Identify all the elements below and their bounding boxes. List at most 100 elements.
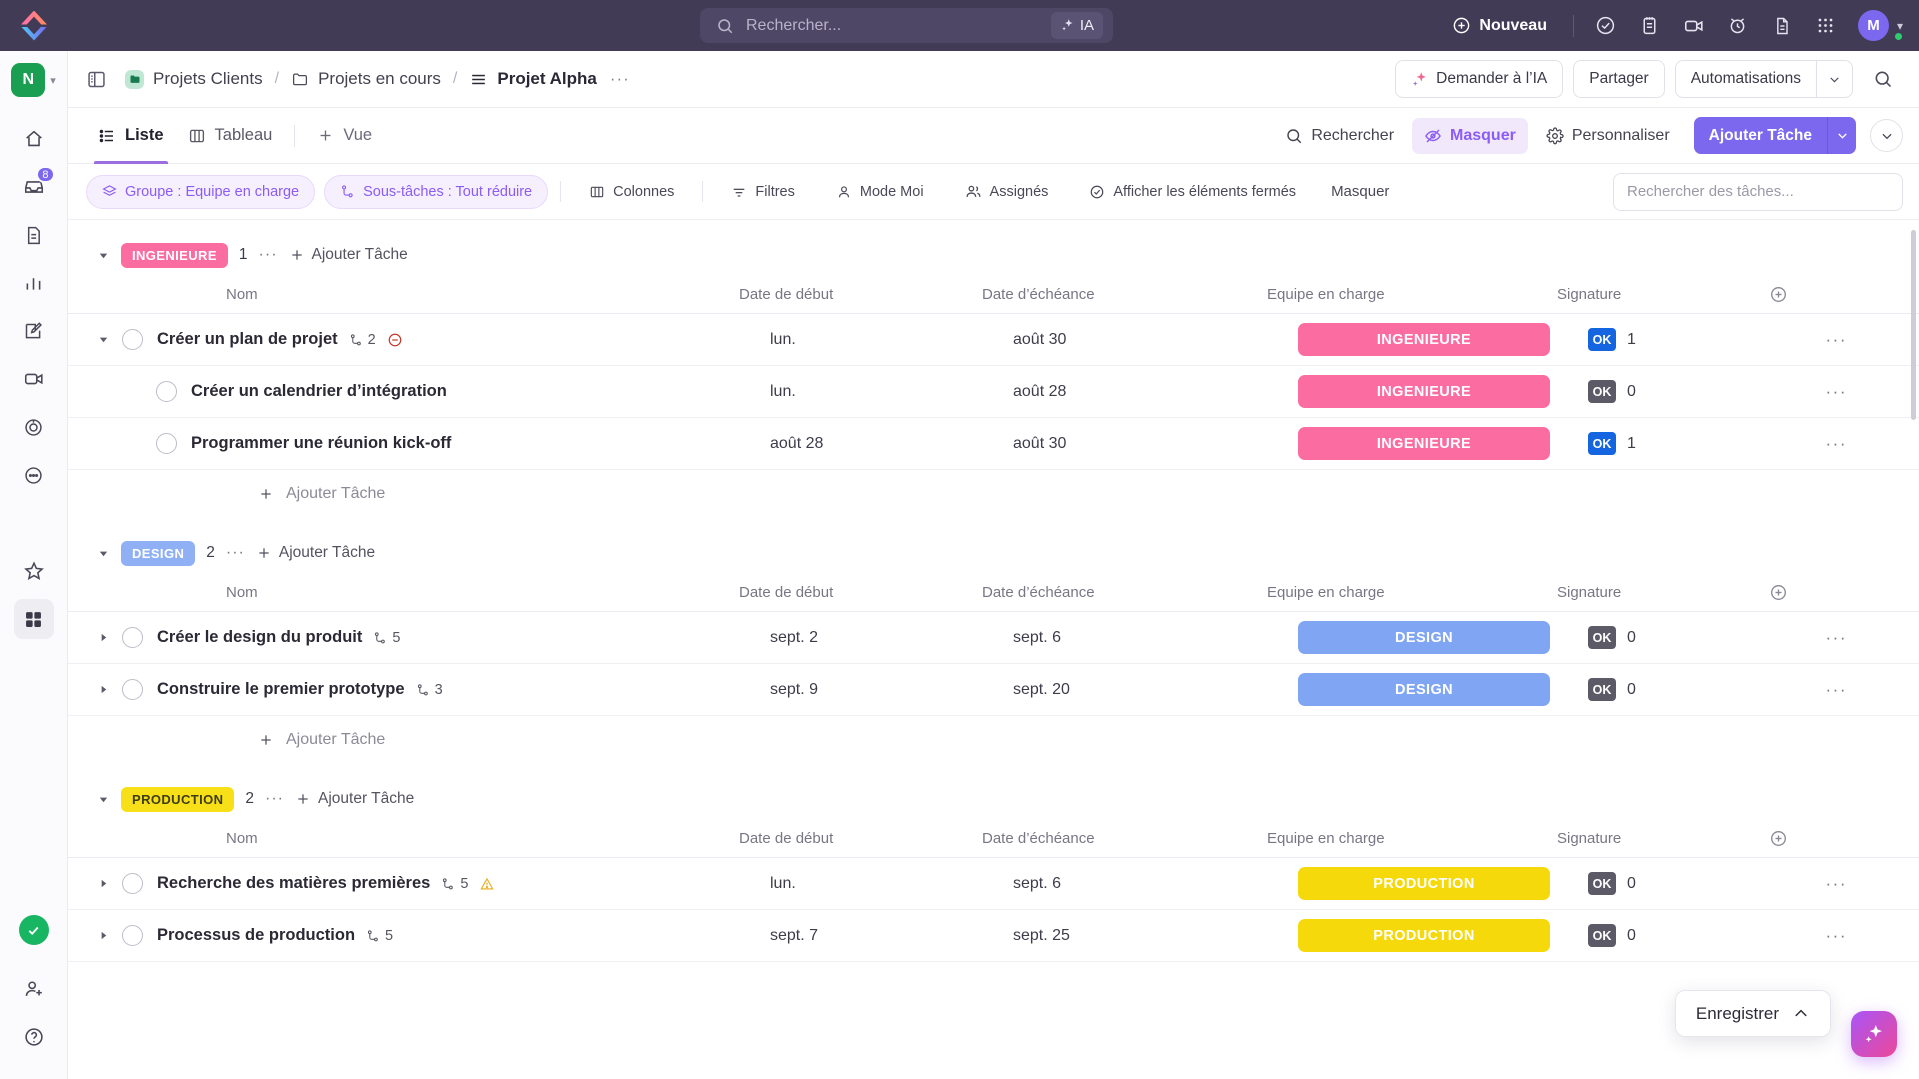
table-row[interactable]: Créer un plan de projet 2 lun. août 30 INGEN… bbox=[68, 314, 1919, 366]
column-header-due-date[interactable]: Date d’échéance bbox=[982, 584, 1267, 601]
task-status-checkbox[interactable] bbox=[122, 925, 143, 946]
ai-assistant-button[interactable] bbox=[1851, 1011, 1897, 1057]
signature-cell[interactable]: OK 0 bbox=[1588, 380, 1778, 403]
row-expand-icon[interactable] bbox=[98, 684, 122, 695]
group-add-task-button[interactable]: Ajouter Tâche bbox=[289, 246, 408, 264]
column-header-team[interactable]: Equipe en charge bbox=[1267, 584, 1557, 601]
ai-button[interactable]: IA bbox=[1050, 12, 1103, 39]
sidebar-item-clips[interactable] bbox=[14, 359, 54, 399]
sidebar-item-whiteboards[interactable] bbox=[14, 311, 54, 351]
start-date-cell[interactable]: août 28 bbox=[770, 435, 1013, 453]
task-status-checkbox[interactable] bbox=[156, 433, 177, 454]
task-name-cell[interactable]: Programmer une réunion kick-off bbox=[98, 433, 770, 454]
column-header-name[interactable]: Nom bbox=[226, 830, 739, 847]
signature-cell[interactable]: OK 0 bbox=[1588, 872, 1778, 895]
signature-cell[interactable]: OK 1 bbox=[1588, 328, 1778, 351]
row-more-button[interactable]: ··· bbox=[1826, 434, 1847, 454]
view-search-button[interactable]: Rechercher bbox=[1273, 118, 1406, 154]
start-date-cell[interactable]: sept. 7 bbox=[770, 927, 1013, 945]
sidebar-item-dashboards[interactable] bbox=[14, 263, 54, 303]
due-date-cell[interactable]: sept. 20 bbox=[1013, 681, 1298, 699]
task-name-cell[interactable]: Créer un calendrier d’intégration bbox=[98, 381, 770, 402]
sidebar-item-favorites[interactable] bbox=[14, 551, 54, 591]
signature-cell[interactable]: OK 1 bbox=[1588, 432, 1778, 455]
automations-button[interactable]: Automatisations bbox=[1674, 60, 1816, 98]
filter-chip-sous-taches[interactable]: Sous-tâches : Tout réduire bbox=[324, 174, 549, 209]
group-collapse-icon[interactable] bbox=[98, 250, 110, 261]
sidebar-item-docs[interactable] bbox=[14, 215, 54, 255]
warning-icon[interactable] bbox=[479, 876, 495, 892]
breadcrumb-more-button[interactable]: ··· bbox=[610, 69, 630, 89]
toggle-sidebar-icon[interactable] bbox=[86, 69, 107, 90]
task-name-cell[interactable]: Processus de production 5 bbox=[98, 925, 770, 946]
due-date-cell[interactable]: août 30 bbox=[1013, 435, 1298, 453]
signature-cell[interactable]: OK 0 bbox=[1588, 626, 1778, 649]
video-camera-icon[interactable] bbox=[1672, 9, 1716, 43]
row-more-button[interactable]: ··· bbox=[1826, 382, 1847, 402]
row-more-button[interactable]: ··· bbox=[1826, 680, 1847, 700]
column-header-start-date[interactable]: Date de début bbox=[739, 584, 982, 601]
row-expand-icon[interactable] bbox=[98, 878, 122, 889]
sidebar-item-apps[interactable] bbox=[13, 599, 54, 639]
invite-user-icon[interactable] bbox=[14, 969, 54, 1009]
row-collapse-icon[interactable] bbox=[98, 334, 122, 345]
task-name-cell[interactable]: Construire le premier prototype 3 bbox=[98, 679, 770, 700]
task-status-checkbox[interactable] bbox=[122, 627, 143, 648]
inline-add-task-row[interactable]: Ajouter Tâche bbox=[68, 470, 1919, 518]
filter-chip-mode-moi[interactable]: Mode Moi bbox=[820, 175, 940, 209]
table-row[interactable]: Créer un calendrier d’intégration lun. aoû… bbox=[68, 366, 1919, 418]
global-search-input[interactable]: Rechercher... IA bbox=[700, 8, 1113, 43]
group-more-button[interactable]: ··· bbox=[265, 790, 284, 808]
column-header-start-date[interactable]: Date de début bbox=[739, 830, 982, 847]
column-header-due-date[interactable]: Date d’échéance bbox=[982, 830, 1267, 847]
due-date-cell[interactable]: août 28 bbox=[1013, 383, 1298, 401]
task-status-checkbox[interactable] bbox=[122, 329, 143, 350]
due-date-cell[interactable]: sept. 6 bbox=[1013, 875, 1298, 893]
start-date-cell[interactable]: lun. bbox=[770, 875, 1013, 893]
view-customize-button[interactable]: Personnaliser bbox=[1534, 118, 1682, 154]
column-header-team[interactable]: Equipe en charge bbox=[1267, 830, 1557, 847]
view-hide-button[interactable]: Masquer bbox=[1412, 117, 1528, 154]
sidebar-item-inbox[interactable]: 8 bbox=[14, 166, 55, 207]
tab-add-view[interactable]: Vue bbox=[305, 108, 384, 164]
ask-ai-button[interactable]: Demander à l’IA bbox=[1395, 60, 1564, 98]
task-name-cell[interactable]: Recherche des matières premières 5 bbox=[98, 873, 770, 894]
group-more-button[interactable]: ··· bbox=[226, 544, 245, 562]
user-menu[interactable]: M ▾ bbox=[1857, 10, 1904, 42]
add-column-icon[interactable] bbox=[1747, 583, 1919, 602]
automations-caret-button[interactable] bbox=[1816, 60, 1853, 98]
signature-cell[interactable]: OK 0 bbox=[1588, 678, 1778, 701]
task-status-checkbox[interactable] bbox=[156, 381, 177, 402]
apps-grid-icon[interactable] bbox=[1804, 9, 1848, 43]
table-row[interactable]: Créer le design du produit 5 sept. 2 sept. … bbox=[68, 612, 1919, 664]
tab-tableau[interactable]: Tableau bbox=[176, 108, 285, 164]
filter-hide-button[interactable]: Masquer bbox=[1321, 183, 1399, 200]
table-row[interactable]: Programmer une réunion kick-off août 28 ao… bbox=[68, 418, 1919, 470]
group-add-task-button[interactable]: Ajouter Tâche bbox=[295, 790, 414, 808]
task-status-checkbox[interactable] bbox=[122, 873, 143, 894]
clickup-logo[interactable] bbox=[0, 10, 68, 41]
help-icon[interactable] bbox=[14, 1017, 54, 1057]
filter-chip-groupe[interactable]: Groupe : Equipe en charge bbox=[86, 174, 316, 209]
start-date-cell[interactable]: sept. 9 bbox=[770, 681, 1013, 699]
column-header-start-date[interactable]: Date de début bbox=[739, 286, 982, 303]
check-circle-icon[interactable] bbox=[1584, 9, 1628, 43]
start-date-cell[interactable]: lun. bbox=[770, 383, 1013, 401]
filter-chip-filtres[interactable]: Filtres bbox=[715, 175, 810, 209]
filter-chip-colonnes[interactable]: Colonnes bbox=[573, 175, 690, 209]
column-header-due-date[interactable]: Date d’échéance bbox=[982, 286, 1267, 303]
team-cell[interactable]: PRODUCTION bbox=[1298, 919, 1588, 952]
team-cell[interactable]: INGENIEURE bbox=[1298, 323, 1588, 356]
breadcrumb-item-list[interactable]: Projet Alpha bbox=[469, 69, 597, 89]
column-header-team[interactable]: Equipe en charge bbox=[1267, 286, 1557, 303]
row-more-button[interactable]: ··· bbox=[1826, 330, 1847, 350]
team-cell[interactable]: DESIGN bbox=[1298, 673, 1588, 706]
table-row[interactable]: Construire le premier prototype 3 sept. 9s… bbox=[68, 664, 1919, 716]
due-date-cell[interactable]: sept. 25 bbox=[1013, 927, 1298, 945]
tab-liste[interactable]: Liste bbox=[86, 108, 176, 164]
signature-cell[interactable]: OK 0 bbox=[1588, 924, 1778, 947]
add-task-button[interactable]: Ajouter Tâche bbox=[1693, 117, 1827, 154]
group-more-button[interactable]: ··· bbox=[259, 246, 278, 264]
breadcrumb-item-space[interactable]: Projets Clients bbox=[125, 69, 263, 89]
row-more-button[interactable]: ··· bbox=[1826, 926, 1847, 946]
